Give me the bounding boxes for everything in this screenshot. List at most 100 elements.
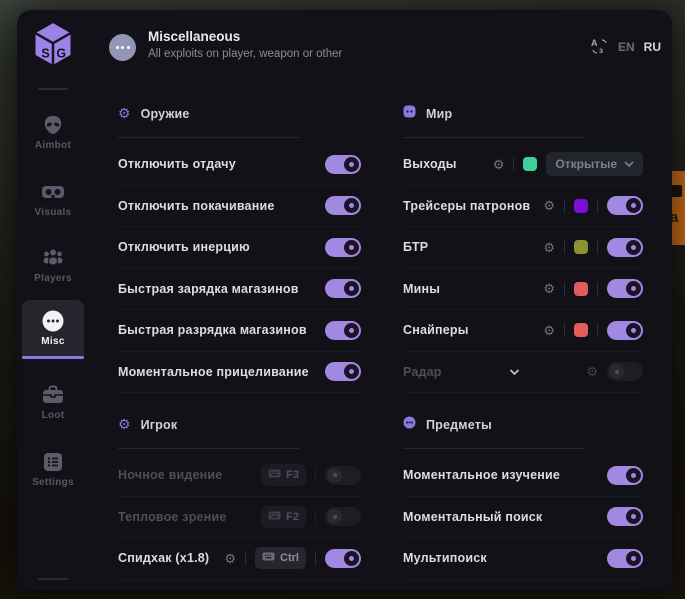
- separator: [564, 282, 565, 296]
- people-icon: [41, 247, 65, 269]
- ellipsis-icon: [41, 309, 65, 333]
- sidebar-item-players[interactable]: Players: [17, 247, 89, 284]
- dropdown-value: Открытые: [555, 157, 617, 171]
- sidebar-item-loot[interactable]: Loot: [17, 384, 89, 421]
- feature-row: Отключить покачивание: [118, 186, 361, 228]
- sidebar-item-settings[interactable]: Settings: [17, 451, 89, 488]
- gear-icon: ⚙: [118, 416, 131, 432]
- toggle-switch[interactable]: [325, 549, 361, 568]
- feature-label: Моментальный поиск: [403, 510, 542, 524]
- gear-icon: ⚙: [118, 105, 131, 121]
- sidebar-item-label: Aimbot: [17, 140, 89, 151]
- gear-icon[interactable]: ⚙: [493, 158, 505, 171]
- section-world: МирВыходы⚙ОткрытыеТрейсеры патронов⚙БТР⚙…: [403, 102, 643, 393]
- vr-goggles-icon: [41, 182, 65, 202]
- feature-label: Мультипоиск: [403, 551, 487, 565]
- gear-icon[interactable]: ⚙: [543, 241, 555, 254]
- feature-label: Спидхак (x1.8): [118, 551, 209, 565]
- feature-label: Моментальное изучение: [403, 468, 560, 482]
- color-swatch[interactable]: [574, 282, 588, 296]
- chevron-down-icon: [624, 161, 634, 167]
- feature-controls: [325, 321, 361, 340]
- cheat-menu-panel: S G AimbotVisualsPlayersMiscLootSettings…: [17, 10, 672, 590]
- sidebar-item-label: Loot: [17, 410, 89, 421]
- toggle-switch[interactable]: [607, 279, 643, 298]
- toggle-switch[interactable]: [607, 466, 643, 485]
- hotkey-badge[interactable]: Ctrl: [255, 547, 306, 569]
- feature-label: Отключить инерцию: [118, 240, 250, 254]
- toggle-switch[interactable]: [325, 466, 361, 485]
- toggle-switch[interactable]: [607, 321, 643, 340]
- feature-label: Мины: [403, 282, 440, 296]
- feature-controls: [325, 196, 361, 215]
- feature-label: Отключить отдачу: [118, 157, 236, 171]
- toggle-switch[interactable]: [607, 196, 643, 215]
- feature-controls: ⚙: [543, 238, 643, 257]
- sidebar-item-label: Players: [17, 273, 89, 284]
- toggle-switch[interactable]: [325, 238, 361, 257]
- feature-row: Моментальный поиск: [403, 497, 643, 539]
- toggle-switch[interactable]: [325, 362, 361, 381]
- feature-controls: ⚙: [543, 279, 643, 298]
- toggle-switch[interactable]: [325, 155, 361, 174]
- feature-controls: ⚙: [586, 362, 643, 381]
- toggle-switch[interactable]: [607, 507, 643, 526]
- toggle-switch[interactable]: [607, 362, 643, 381]
- settings-list-icon: [42, 451, 64, 473]
- feature-controls: [607, 507, 643, 526]
- dropdown[interactable]: Открытые: [546, 152, 643, 176]
- feature-row: Выходы⚙Открытые: [403, 144, 643, 186]
- feature-controls: ⚙ Открытые: [493, 152, 643, 176]
- sidebar-item-label: Misc: [22, 336, 84, 347]
- language-switch: A з EN RU: [590, 37, 661, 56]
- feature-label: Быстрая зарядка магазинов: [118, 282, 299, 296]
- toggle-switch[interactable]: [607, 238, 643, 257]
- toggle-switch[interactable]: [607, 549, 643, 568]
- toggle-switch[interactable]: [325, 196, 361, 215]
- feature-row: Трейсеры патронов ⚙: [403, 186, 643, 228]
- toggle-switch[interactable]: [325, 321, 361, 340]
- section-title: Предметы: [426, 418, 492, 432]
- feature-label: Снайперы: [403, 323, 469, 337]
- gear-icon[interactable]: ⚙: [224, 552, 236, 565]
- sidebar-divider: [38, 578, 68, 580]
- feature-row: Снайперы ⚙: [403, 310, 643, 352]
- sidebar-item-visuals[interactable]: Visuals: [17, 181, 89, 218]
- feature-row: Мины ⚙: [403, 269, 643, 311]
- separator: [564, 323, 565, 337]
- feature-label: Радар: [403, 365, 442, 379]
- feature-row: Мультипоиск: [403, 538, 643, 580]
- gear-icon[interactable]: ⚙: [543, 324, 555, 337]
- feature-row: Быстрая зарядка магазинов: [118, 269, 361, 311]
- sidebar-item-misc[interactable]: Misc: [22, 300, 84, 359]
- separator: [245, 551, 246, 565]
- translate-icon: A з: [590, 37, 609, 56]
- sidebar-item-aimbot[interactable]: Aimbot: [17, 114, 89, 151]
- toggle-switch[interactable]: [325, 507, 361, 526]
- feature-label: Трейсеры патронов: [403, 199, 530, 213]
- section-header: Мир: [403, 102, 643, 126]
- ellipsis-avatar-icon: [109, 34, 136, 61]
- color-swatch[interactable]: [574, 240, 588, 254]
- gear-icon[interactable]: ⚙: [543, 282, 555, 295]
- separator: [597, 240, 598, 254]
- hotkey-badge[interactable]: F3: [261, 464, 306, 486]
- feature-controls: [325, 362, 361, 381]
- feature-label: Моментальное прицеливание: [118, 365, 309, 379]
- feature-row: Тепловое зрениеF2: [118, 497, 361, 539]
- color-swatch[interactable]: [523, 157, 537, 171]
- color-swatch[interactable]: [574, 199, 588, 213]
- lang-ru-button[interactable]: RU: [644, 40, 661, 54]
- feature-row: Быстрая разрядка магазинов: [118, 310, 361, 352]
- toggle-switch[interactable]: [325, 279, 361, 298]
- svg-text:A: A: [591, 38, 598, 48]
- gear-icon[interactable]: ⚙: [543, 199, 555, 212]
- hotkey-badge[interactable]: F2: [261, 506, 306, 528]
- feature-label: Ночное видение: [118, 468, 222, 482]
- lang-en-button[interactable]: EN: [618, 40, 635, 54]
- section-divider: [118, 137, 300, 138]
- separator: [597, 323, 598, 337]
- keyboard-icon: [268, 469, 281, 478]
- color-swatch[interactable]: [574, 323, 588, 337]
- gear-icon[interactable]: ⚙: [586, 365, 598, 378]
